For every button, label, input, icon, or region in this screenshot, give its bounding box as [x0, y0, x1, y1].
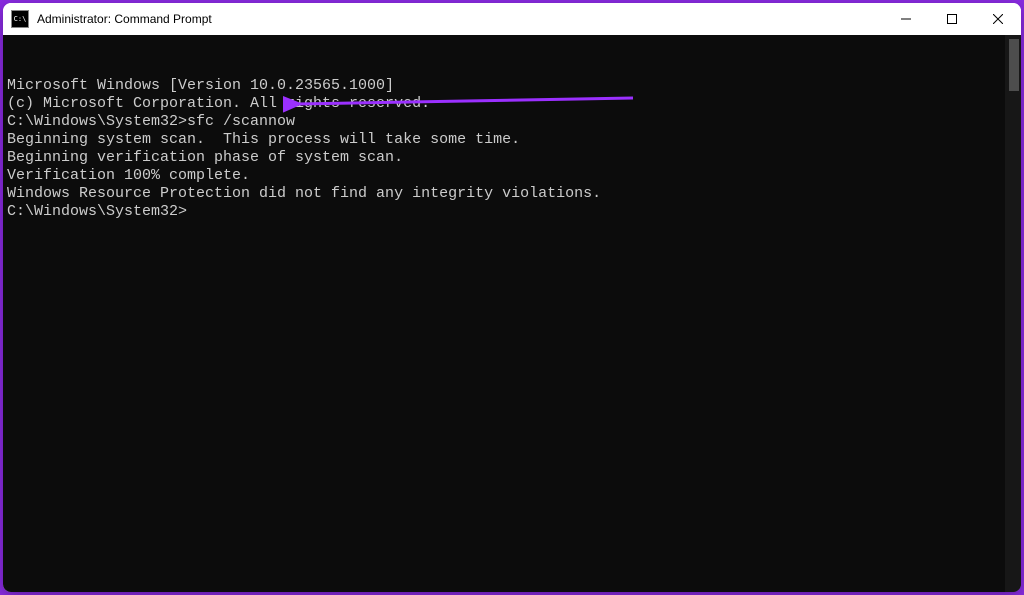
cmd-icon-glyph: C:\	[14, 16, 27, 23]
window-title: Administrator: Command Prompt	[37, 12, 883, 26]
console-area[interactable]: Microsoft Windows [Version 10.0.23565.10…	[3, 35, 1021, 592]
scrollbar-thumb[interactable]	[1009, 39, 1019, 91]
console-line: Windows Resource Protection did not find…	[7, 185, 1019, 203]
close-button[interactable]	[975, 3, 1021, 35]
minimize-icon	[901, 14, 911, 24]
console-line: Beginning verification phase of system s…	[7, 149, 1019, 167]
console-line: Verification 100% complete.	[7, 167, 1019, 185]
close-icon	[993, 14, 1003, 24]
command-prompt-window: C:\ Administrator: Command Prompt Micros…	[3, 3, 1021, 592]
window-controls	[883, 3, 1021, 35]
cmd-icon: C:\	[11, 10, 29, 28]
console-output: Microsoft Windows [Version 10.0.23565.10…	[7, 77, 1019, 221]
console-line: Beginning system scan. This process will…	[7, 131, 1019, 149]
maximize-button[interactable]	[929, 3, 975, 35]
scrollbar-track[interactable]	[1005, 35, 1021, 592]
console-line: C:\Windows\System32>sfc /scannow	[7, 113, 1019, 131]
console-line: C:\Windows\System32>	[7, 203, 1019, 221]
maximize-icon	[947, 14, 957, 24]
titlebar[interactable]: C:\ Administrator: Command Prompt	[3, 3, 1021, 35]
console-line: (c) Microsoft Corporation. All rights re…	[7, 95, 1019, 113]
minimize-button[interactable]	[883, 3, 929, 35]
console-line: Microsoft Windows [Version 10.0.23565.10…	[7, 77, 1019, 95]
